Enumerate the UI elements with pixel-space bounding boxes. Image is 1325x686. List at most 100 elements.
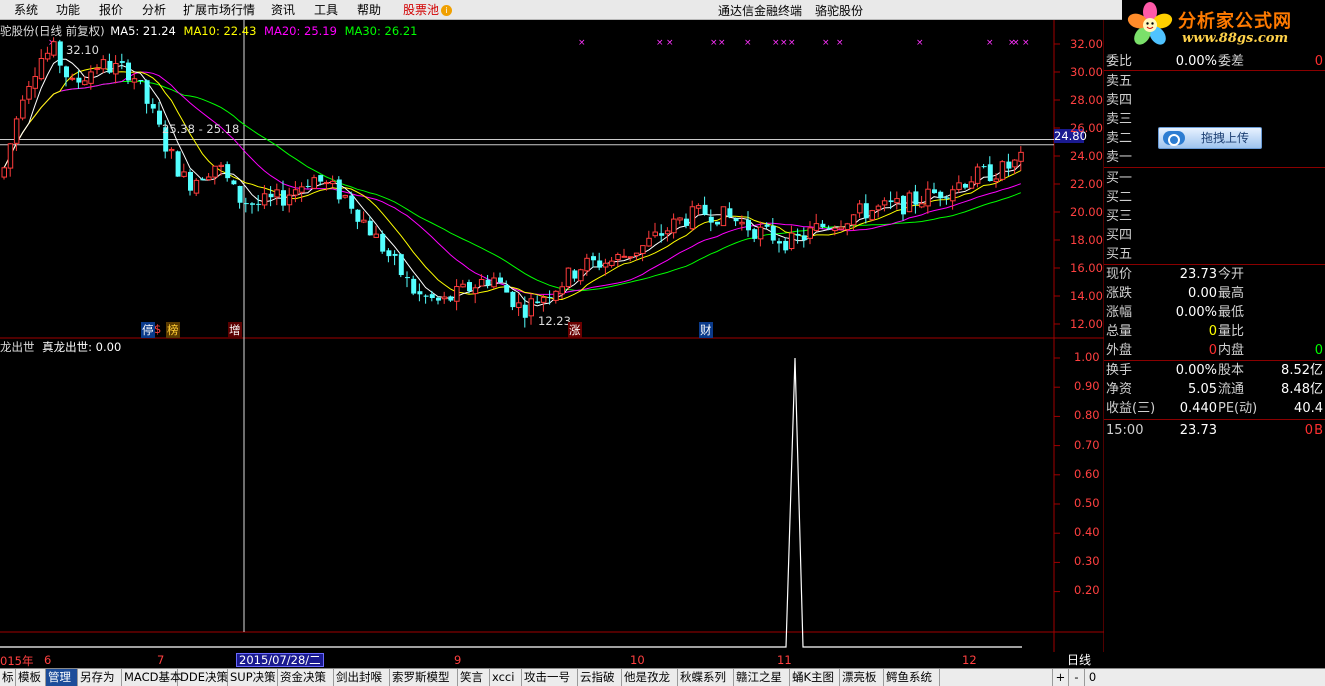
menu-function[interactable]: 功能	[56, 2, 80, 18]
float-label: 流通	[1218, 382, 1245, 397]
menu-analysis[interactable]: 分析	[142, 2, 166, 18]
app-title: 通达信金融终端	[718, 4, 803, 18]
candle-body	[844, 223, 851, 231]
candle-body	[311, 177, 317, 189]
candle-body	[894, 198, 900, 204]
candle-body	[770, 225, 776, 241]
eps-label: 收益(三)	[1106, 401, 1156, 416]
candle-body	[361, 219, 367, 223]
chart-header: 驼股份(日线 前复权) MA5: 21.24 MA10: 22.43 MA20:…	[0, 23, 417, 39]
event-tag-rise[interactable]: 涨	[568, 322, 582, 338]
menu-quote[interactable]: 报价	[99, 2, 123, 18]
sell-row[interactable]: 卖四	[1104, 91, 1325, 110]
sell-row[interactable]: 卖一	[1104, 148, 1325, 167]
tab-template[interactable]: 模板	[16, 669, 46, 686]
tab-k-main[interactable]: 蛹K主图	[790, 669, 840, 686]
reset-button[interactable]: 0	[1084, 669, 1100, 686]
event-tag-dollar[interactable]: $	[154, 322, 161, 336]
candle-body	[436, 297, 441, 301]
sell-row[interactable]: 卖五	[1104, 72, 1325, 91]
buy-row[interactable]: 买五	[1104, 245, 1325, 264]
tab-xiaoyan[interactable]: 笑言	[458, 669, 490, 686]
tab-sword[interactable]: 剑出封喉	[334, 669, 390, 686]
event-tag-halt[interactable]: 停	[141, 322, 155, 338]
signal-marker: ×	[788, 38, 796, 48]
candle-body	[1012, 159, 1018, 168]
candle-body	[119, 61, 125, 63]
tab-macd[interactable]: MACD基本	[122, 669, 181, 686]
indicator-tick: 0.20	[1074, 583, 1100, 597]
candle-body	[820, 223, 826, 228]
tab-dde[interactable]: DDE决策	[178, 669, 228, 686]
candle-body	[652, 231, 658, 237]
quote-row: 收益(三) 0.440 PE(动) 40.4	[1104, 399, 1325, 418]
candle-body	[764, 224, 770, 227]
candle-body	[522, 304, 528, 318]
tab-sup[interactable]: SUP决策	[228, 669, 278, 686]
candle-body	[826, 227, 832, 229]
tab-xcci[interactable]: xcci	[490, 669, 522, 686]
candle-body	[733, 218, 739, 222]
candle-body	[715, 221, 720, 225]
tab-zilong[interactable]: 他是孜龙	[622, 669, 678, 686]
candle-body	[801, 235, 807, 241]
candle-body	[57, 41, 63, 66]
tab-funds[interactable]: 资金决策	[278, 669, 334, 686]
menu-system[interactable]: 系统	[14, 2, 38, 18]
candle-body	[547, 297, 553, 299]
tab-pretty-board[interactable]: 漂亮板	[840, 669, 884, 686]
candle-body	[777, 241, 782, 244]
candle-body	[869, 210, 875, 221]
tab-butterfly[interactable]: 秋蝶系列	[678, 669, 734, 686]
drag-upload-button[interactable]: 拖拽上传	[1158, 127, 1262, 149]
indicator-tick: 0.60	[1074, 467, 1100, 481]
signal-marker: ×	[780, 38, 788, 48]
tab-attack-one[interactable]: 攻击一号	[522, 669, 578, 686]
candle-body	[349, 195, 355, 209]
tab-ganjiang[interactable]: 赣江之星	[734, 669, 790, 686]
tab-cloud-break[interactable]: 云指破	[578, 669, 622, 686]
menu-extended-market[interactable]: 扩展市场行情	[183, 2, 255, 18]
date-label: 11	[777, 653, 792, 667]
tab-save-as[interactable]: 另存为	[78, 669, 122, 686]
tab-alligator[interactable]: 鳄鱼系统	[884, 669, 940, 686]
menu-news[interactable]: 资讯	[271, 2, 295, 18]
buy-row[interactable]: 买三	[1104, 207, 1325, 226]
menu-help[interactable]: 帮助	[357, 2, 381, 18]
buy-row[interactable]: 买一	[1104, 169, 1325, 188]
candle-body	[373, 233, 379, 238]
tab-manage[interactable]: 管理	[46, 669, 78, 686]
pe-value: 40.4	[1294, 401, 1323, 416]
candle-body	[441, 296, 448, 300]
buy-row[interactable]: 买四	[1104, 226, 1325, 245]
level-label: 25.38 - 25.18	[162, 122, 240, 136]
candle-body	[677, 217, 683, 221]
price-tick: 22.00	[1070, 177, 1103, 191]
quote-row: 现价 23.73 今开	[1104, 265, 1325, 284]
buy-row[interactable]: 买二	[1104, 188, 1325, 207]
divider	[1104, 70, 1325, 71]
menu-tools[interactable]: 工具	[314, 2, 338, 18]
candle-body	[1006, 161, 1012, 169]
candle-body	[968, 181, 975, 189]
candle-body	[342, 194, 348, 198]
tab-soros[interactable]: 索罗斯模型	[390, 669, 458, 686]
menu-stock-pool[interactable]: 股票池 i	[403, 2, 453, 18]
period-label[interactable]: 日线	[1054, 652, 1104, 668]
stock-title: 骆驼股份	[815, 4, 864, 18]
event-tag-finance[interactable]: 财	[699, 322, 713, 338]
event-tag-rank[interactable]: 榜	[166, 322, 180, 338]
candle-body	[664, 230, 671, 235]
candle-body	[212, 165, 218, 178]
candle-body	[944, 197, 950, 199]
candle-body	[256, 203, 262, 205]
zoom-out-button[interactable]: -	[1068, 669, 1084, 686]
ma30-label: MA30: 26.21	[344, 24, 418, 38]
tab-indicator[interactable]: 标	[0, 669, 16, 686]
divider	[1104, 167, 1325, 168]
candle-body	[938, 191, 944, 199]
event-tag-increase[interactable]: 增	[228, 322, 242, 338]
zoom-in-button[interactable]: +	[1052, 669, 1068, 686]
candle-body	[76, 77, 82, 83]
candle-body	[32, 76, 38, 89]
